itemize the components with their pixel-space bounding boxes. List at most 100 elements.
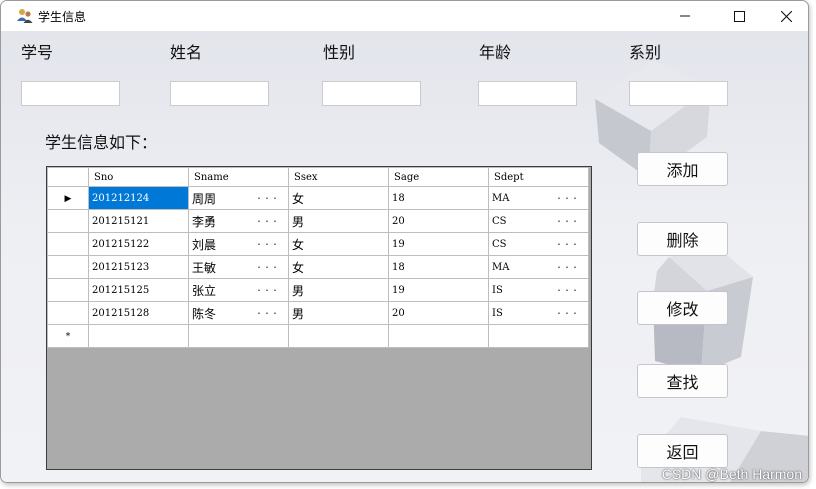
cell-ssex[interactable]: 女 [288,255,389,279]
cell-text: 20 [392,215,405,227]
sname-input[interactable] [170,81,269,106]
add-button[interactable]: 添加 [637,152,728,186]
cell-ellipsis-button[interactable]: ... [556,214,580,225]
cell-ellipsis-button[interactable]: ... [256,283,280,294]
maximize-button[interactable] [716,1,762,31]
cell-sdept[interactable]: MA... [488,186,589,210]
sage-input[interactable] [478,81,577,106]
cell-sno[interactable]: 201215125 [88,278,189,302]
cell-sage[interactable]: 19 [388,278,489,302]
cell-text: 周周 [192,191,217,206]
sno-input[interactable] [21,81,120,106]
cell-sname[interactable]: 李勇... [188,209,289,233]
cell-sno[interactable]: 201215128 [88,301,189,325]
cell-sname[interactable]: 刘晨... [188,232,289,256]
cell-sno[interactable]: 201215123 [88,255,189,279]
table-row[interactable]: ▶ 201212124 周周... 女 18 MA... [47,186,589,210]
table-row[interactable]: 201215125 张立... 男 19 IS... [47,278,589,302]
search-button[interactable]: 查找 [637,364,728,398]
maximize-icon [733,10,745,22]
cell-sname[interactable]: 张立... [188,278,289,302]
new-cell-sno[interactable] [88,324,189,348]
cell-ellipsis-button[interactable]: ... [256,306,280,317]
cell-ssex[interactable]: 男 [288,209,389,233]
new-cell-ssex[interactable] [288,324,389,348]
close-icon [780,10,792,22]
cell-ssex[interactable]: 女 [288,186,389,210]
table-row[interactable]: 201215128 陈冬... 男 20 IS... [47,301,589,325]
cell-ellipsis-button[interactable]: ... [556,191,580,202]
cell-text: IS [492,307,503,319]
cell-ssex[interactable]: 男 [288,278,389,302]
cell-sage[interactable]: 20 [388,209,489,233]
cell-ellipsis-button[interactable]: ... [556,306,580,317]
title-bar[interactable]: 学生信息 [1,1,808,31]
cell-ellipsis-button[interactable]: ... [556,237,580,248]
cell-sname[interactable]: 周周... [188,186,289,210]
cell-ssex[interactable]: 女 [288,232,389,256]
label-sdept: 系别 [629,43,662,62]
new-cell-sname[interactable] [188,324,289,348]
table-row[interactable]: 201215122 刘晨... 女 19 CS... [47,232,589,256]
cell-sno[interactable]: 201212124 [88,186,189,210]
cell-ellipsis-button[interactable]: ... [256,260,280,271]
cell-ellipsis-button[interactable]: ... [256,191,280,202]
cell-text: 201215122 [92,238,150,250]
cell-sdept[interactable]: IS... [488,301,589,325]
edit-button[interactable]: 修改 [637,291,728,325]
cell-sage[interactable]: 18 [388,186,489,210]
minimize-button[interactable] [662,1,708,31]
label-sno: 学号 [21,43,54,62]
new-cell-sage[interactable] [388,324,489,348]
cell-ellipsis-button[interactable]: ... [556,283,580,294]
cell-text: 19 [392,284,405,296]
minimize-icon [680,11,690,21]
cell-sdept[interactable]: CS... [488,232,589,256]
cell-text: 20 [392,307,405,319]
ssex-input[interactable] [322,81,421,106]
app-people-icon [16,7,34,25]
cell-ellipsis-button[interactable]: ... [256,237,280,248]
cell-sdept[interactable]: IS... [488,278,589,302]
row-header[interactable] [47,232,89,256]
cell-text: 18 [392,192,405,204]
close-button[interactable] [763,1,808,31]
cell-text: 201215128 [92,307,150,319]
cell-sdept[interactable]: MA... [488,255,589,279]
cell-sno[interactable]: 201215122 [88,232,189,256]
row-header[interactable] [47,255,89,279]
row-header[interactable]: ▶ [47,186,89,210]
delete-button[interactable]: 删除 [637,222,728,256]
new-row[interactable]: * [47,324,589,348]
back-button[interactable]: 返回 [637,434,728,468]
cell-ssex[interactable]: 男 [288,301,389,325]
row-header[interactable] [47,278,89,302]
cell-sname[interactable]: 陈冬... [188,301,289,325]
cell-sno[interactable]: 201215121 [88,209,189,233]
table-row[interactable]: 201215123 王敏... 女 18 MA... [47,255,589,279]
column-header-ssex[interactable]: Ssex [288,167,389,187]
cell-sdept[interactable]: CS... [488,209,589,233]
column-header-sname[interactable]: Sname [188,167,289,187]
new-row-header[interactable]: * [47,324,89,348]
grid-header-row: Sno Sname Ssex Sage Sdept [47,167,589,187]
cell-ellipsis-button[interactable]: ... [556,260,580,271]
grid-corner-header[interactable] [47,167,89,187]
table-row[interactable]: 201215121 李勇... 男 20 CS... [47,209,589,233]
student-data-grid[interactable]: Sno Sname Ssex Sage Sdept ▶ 201212124 周周..… [46,166,592,470]
column-header-sdept[interactable]: Sdept [488,167,589,187]
new-cell-sdept[interactable] [488,324,589,348]
cell-ellipsis-button[interactable]: ... [256,214,280,225]
row-header[interactable] [47,209,89,233]
sdept-input[interactable] [629,81,728,106]
column-header-sage[interactable]: Sage [388,167,489,187]
cell-text: 陈冬 [192,306,217,321]
cell-sage[interactable]: 20 [388,301,489,325]
column-header-sno[interactable]: Sno [88,167,189,187]
row-header[interactable] [47,301,89,325]
cell-sage[interactable]: 19 [388,232,489,256]
cell-text: 19 [392,238,405,250]
cell-sname[interactable]: 王敏... [188,255,289,279]
new-row-marker-icon: * [65,331,71,342]
cell-sage[interactable]: 18 [388,255,489,279]
